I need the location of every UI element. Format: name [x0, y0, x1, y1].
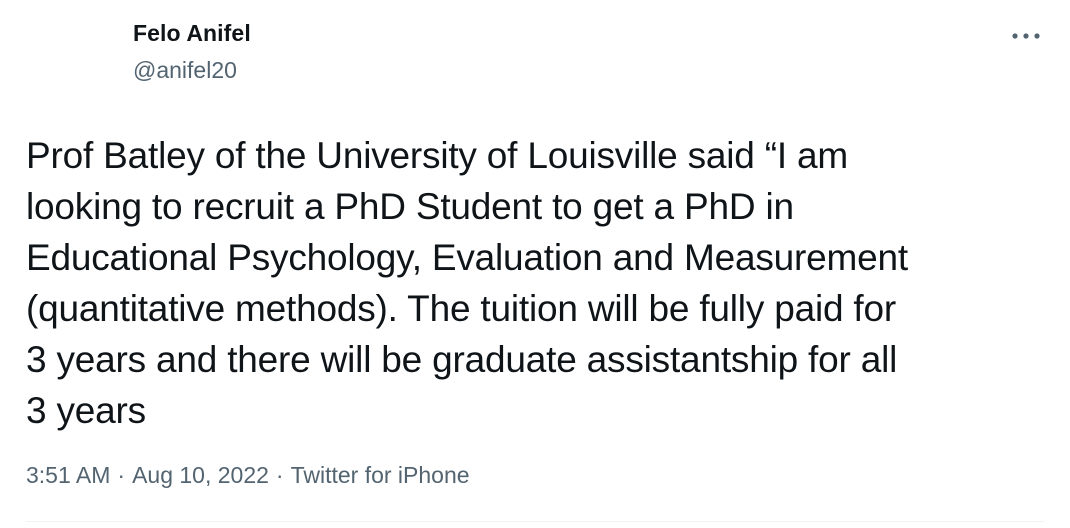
tweet-metadata: 3:51 AM · Aug 10, 2022 · Twitter for iPhone — [26, 460, 470, 490]
more-options-button[interactable] — [1004, 20, 1048, 52]
tweet: Felo Anifel @anifel20 Prof Batley of the… — [0, 0, 1070, 528]
meta-separator: · — [117, 462, 126, 488]
more-horizontal-icon — [1012, 33, 1040, 39]
tweet-source[interactable]: Twitter for iPhone — [291, 460, 470, 490]
tweet-text: Prof Batley of the University of Louisvi… — [26, 135, 908, 431]
tweet-author[interactable]: Felo Anifel @anifel20 — [133, 18, 251, 85]
author-display-name[interactable]: Felo Anifel — [133, 18, 251, 48]
tweet-date[interactable]: Aug 10, 2022 — [132, 460, 269, 490]
divider — [26, 521, 1044, 522]
tweet-time[interactable]: 3:51 AM — [26, 460, 110, 490]
meta-separator: · — [275, 462, 284, 488]
author-handle[interactable]: @anifel20 — [133, 55, 251, 85]
